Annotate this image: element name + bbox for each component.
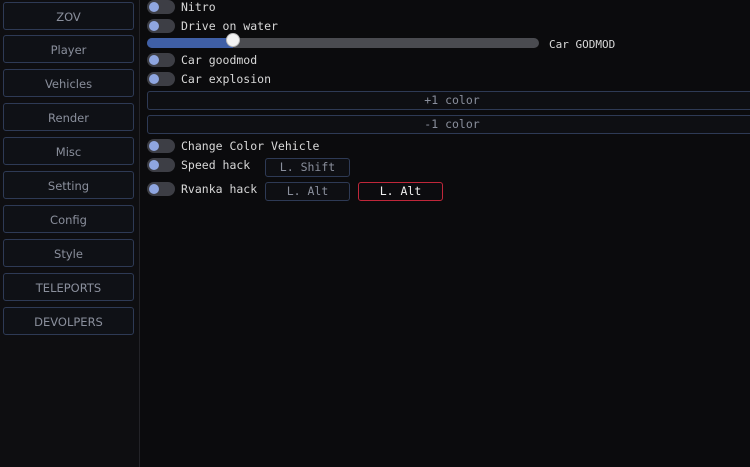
sidebar-item-teleports[interactable]: TELEPORTS — [3, 273, 134, 301]
car-explosion-toggle[interactable] — [147, 72, 175, 86]
plus-color-button[interactable]: +1 color — [147, 91, 750, 110]
sidebar-item-devolpers[interactable]: DEVOLPERS — [3, 307, 134, 335]
sidebar-item-player[interactable]: Player — [3, 35, 134, 63]
speed-hack-key-button[interactable]: L. Shift — [265, 158, 350, 177]
change-color-row: Change Color Vehicle — [147, 138, 319, 154]
car-explosion-label: Car explosion — [181, 72, 272, 86]
sidebar-item-misc[interactable]: Misc — [3, 137, 134, 165]
slider-fill — [147, 38, 234, 48]
toggle-knob — [149, 184, 159, 194]
minus-color-button[interactable]: -1 color — [147, 115, 750, 134]
toggle-knob — [149, 21, 159, 31]
sidebar-item-setting[interactable]: Setting — [3, 171, 134, 199]
car-godmod-label: Car GODMOD — [549, 38, 616, 51]
toggle-knob — [149, 2, 159, 12]
sidebar-item-render[interactable]: Render — [3, 103, 134, 131]
nitro-label: Nitro — [181, 0, 216, 14]
drive-on-water-toggle[interactable] — [147, 19, 175, 33]
car-explosion-row: Car explosion — [147, 71, 271, 87]
toggle-knob — [149, 141, 159, 151]
nitro-toggle[interactable] — [147, 0, 175, 14]
car-goodmod-label: Car goodmod — [181, 53, 258, 67]
nitro-row: Nitro — [147, 0, 216, 15]
toggle-knob — [149, 55, 159, 65]
rvanka-hack-key2-button[interactable]: L. Alt — [358, 182, 443, 201]
sidebar-item-vehicles[interactable]: Vehicles — [3, 69, 134, 97]
rvanka-hack-row: Rvanka hack — [147, 181, 257, 197]
sidebar-item-config[interactable]: Config — [3, 205, 134, 233]
sidebar: ZOV Player Vehicles Render Misc Setting … — [0, 0, 140, 467]
drive-on-water-row: Drive on water — [147, 18, 278, 34]
car-goodmod-toggle[interactable] — [147, 53, 175, 67]
car-godmod-slider[interactable] — [147, 38, 539, 48]
change-color-toggle[interactable] — [147, 139, 175, 153]
speed-hack-toggle[interactable] — [147, 158, 175, 172]
rvanka-hack-key-button[interactable]: L. Alt — [265, 182, 350, 201]
toggle-knob — [149, 160, 159, 170]
change-color-label: Change Color Vehicle — [181, 139, 320, 153]
speed-hack-label: Speed hack — [181, 158, 251, 172]
rvanka-hack-toggle[interactable] — [147, 182, 175, 196]
sidebar-item-zov[interactable]: ZOV — [3, 2, 134, 30]
toggle-knob — [149, 74, 159, 84]
speed-hack-row: Speed hack — [147, 157, 250, 173]
rvanka-hack-label: Rvanka hack — [181, 182, 258, 196]
sidebar-item-style[interactable]: Style — [3, 239, 134, 267]
drive-on-water-label: Drive on water — [181, 19, 278, 33]
car-goodmod-row: Car goodmod — [147, 52, 257, 68]
